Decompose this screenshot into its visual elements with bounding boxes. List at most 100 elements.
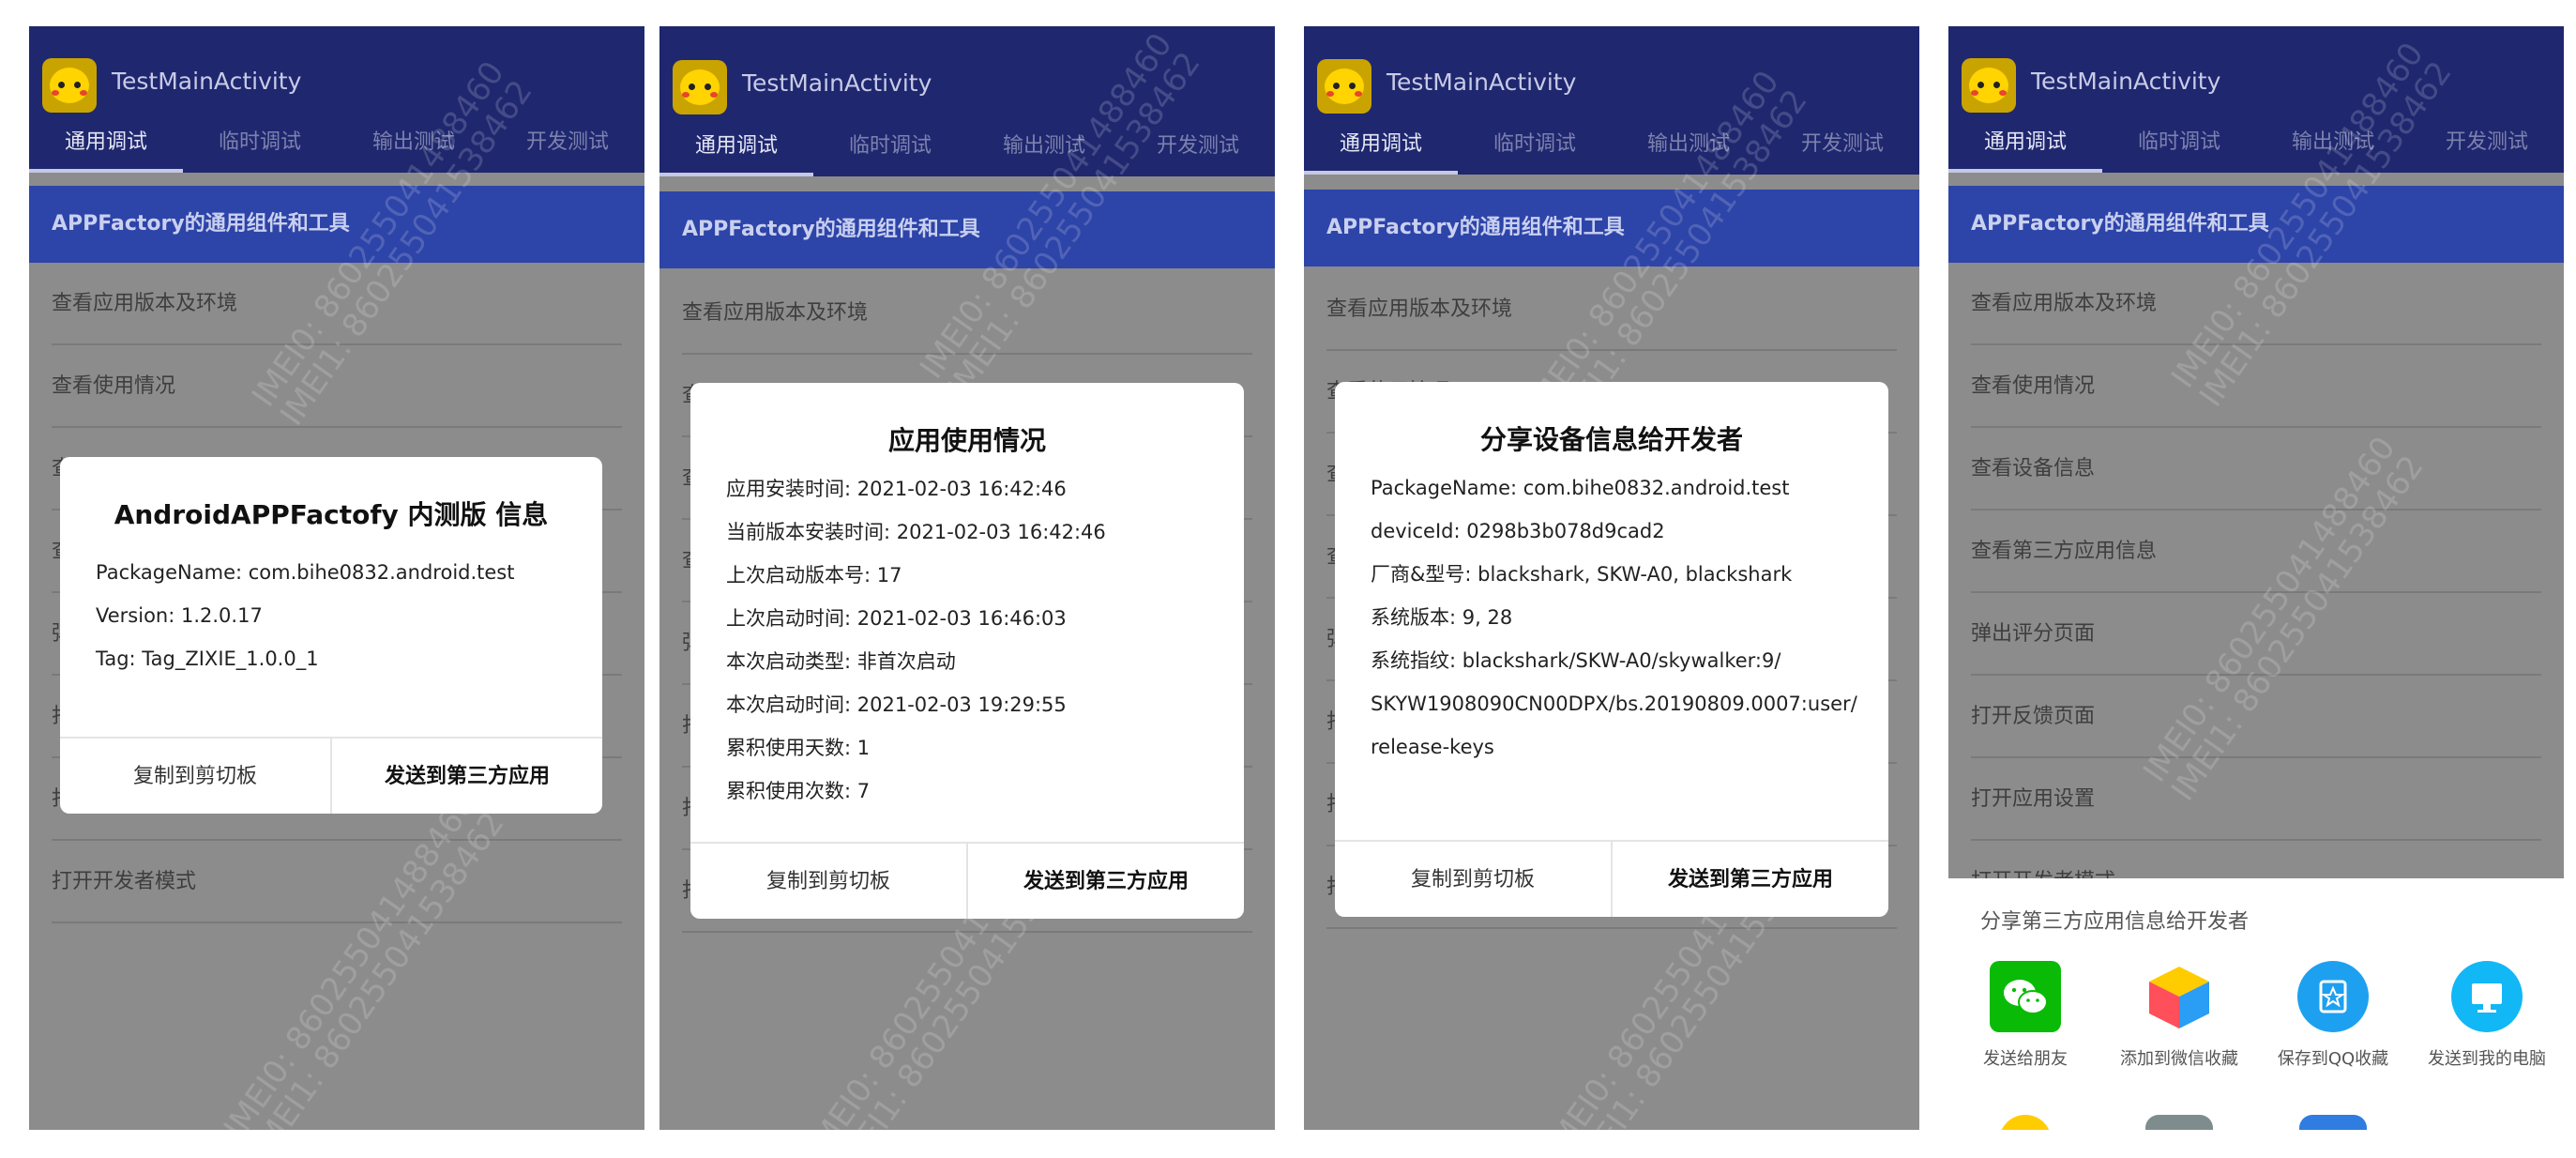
tab-dev-test[interactable]: 开发测试: [1765, 120, 1919, 175]
usage-info-dialog: 应用使用情况 应用安装时间: 2021-02-03 16:42:46 当前版本安…: [690, 383, 1244, 919]
dialog-actions: 复制到剪切板 发送到第三方应用: [60, 737, 602, 814]
dialog-line: 本次启动类型: 非首次启动: [726, 650, 956, 673]
tab-general-debug[interactable]: 通用调试: [1948, 118, 2102, 173]
section-header: APPFactory的通用组件和工具: [1304, 190, 1919, 267]
dialog-title: 分享设备信息给开发者: [1479, 424, 1743, 455]
app-title: TestMainActivity: [1386, 69, 1577, 96]
device-info-dialog: 分享设备信息给开发者 PackageName: com.bihe0832.and…: [1335, 382, 1888, 917]
app-bar: TestMainActivity: [1948, 45, 2564, 118]
menu-item-usage[interactable]: 查看使用情况: [1971, 345, 2541, 428]
share-targets: 发送给朋友 添加到微信收藏 保存到QQ收藏 发送到我的电脑: [1948, 961, 2564, 1070]
tab-bar: 通用调试 临时调试 输出测试 开发测试: [29, 118, 644, 173]
share-target-qq[interactable]: [1948, 1115, 2102, 1130]
share-target-label: 保存到QQ收藏: [2277, 1049, 2389, 1069]
app-title: TestMainActivity: [2031, 68, 2221, 95]
dialog-body: PackageName: com.bihe0832.android.test V…: [60, 551, 602, 680]
status-bar: [1304, 26, 1919, 45]
dialog-line: 上次启动版本号: 17: [726, 564, 902, 587]
app-bar: TestMainActivity: [29, 45, 644, 118]
tab-output-test[interactable]: 输出测试: [337, 118, 491, 173]
tab-dev-test[interactable]: 开发测试: [1121, 122, 1275, 176]
status-bar: [1948, 26, 2564, 45]
section-header: APPFactory的通用组件和工具: [659, 191, 1275, 268]
menu-item-usage[interactable]: 查看使用情况: [52, 345, 622, 428]
tab-output-test[interactable]: 输出测试: [2256, 118, 2410, 173]
copy-to-clipboard-button[interactable]: 复制到剪切板: [690, 844, 968, 919]
menu-item-app-version[interactable]: 查看应用版本及环境: [1326, 268, 1897, 351]
share-targets-row2: [1948, 1115, 2564, 1130]
tab-temp-debug[interactable]: 临时调试: [2102, 118, 2256, 173]
tab-general-debug[interactable]: 通用调试: [1304, 120, 1458, 175]
dialog-line: 本次启动时间: 2021-02-03 19:29:55: [726, 693, 1067, 716]
menu-item-app-version[interactable]: 查看应用版本及环境: [682, 272, 1252, 355]
screen-share-sheet: TestMainActivity 通用调试 临时调试 输出测试 开发测试 APP…: [1948, 26, 2564, 1130]
dialog-line: 当前版本安装时间: 2021-02-03 16:42:46: [726, 521, 1106, 543]
menu-item-app-version[interactable]: 查看应用版本及环境: [1971, 263, 2541, 345]
copy-to-clipboard-button[interactable]: 复制到剪切板: [60, 739, 332, 814]
app-title: TestMainActivity: [112, 68, 302, 95]
dialog-line: PackageName: com.bihe0832.android.test: [96, 561, 515, 584]
share-target-my-computer[interactable]: 发送到我的电脑: [2410, 961, 2564, 1070]
tab-output-test[interactable]: 输出测试: [1612, 120, 1765, 175]
menu-item-developer-mode[interactable]: 打开开发者模式: [52, 841, 622, 923]
app-bar: TestMainActivity: [1304, 45, 1919, 120]
share-target-label: 发送到我的电脑: [2428, 1049, 2546, 1069]
menu-item-device-info[interactable]: 查看设备信息: [1971, 428, 2541, 510]
tab-general-debug[interactable]: 通用调试: [29, 118, 183, 173]
share-sheet-title: 分享第三方应用信息给开发者: [1980, 910, 2250, 934]
dialog-line: Tag: Tag_ZIXIE_1.0.0_1: [96, 648, 319, 670]
tab-bar: 通用调试 临时调试 输出测试 开发测试: [1948, 118, 2564, 173]
message-icon: [2145, 1115, 2213, 1130]
pikachu-app-icon: [1962, 58, 2016, 113]
share-target-wechat-favorites[interactable]: 添加到微信收藏: [2102, 961, 2256, 1070]
send-to-third-party-button[interactable]: 发送到第三方应用: [332, 739, 602, 814]
send-to-third-party-button[interactable]: 发送到第三方应用: [968, 844, 1244, 919]
dialog-line: 累积使用天数: 1: [726, 737, 871, 759]
tab-dev-test[interactable]: 开发测试: [491, 118, 644, 173]
menu-item-app-version[interactable]: 查看应用版本及环境: [52, 263, 622, 345]
tab-output-test[interactable]: 输出测试: [967, 122, 1121, 176]
share-target-wechat-friend[interactable]: 发送给朋友: [1948, 961, 2102, 1070]
share-target-qq-favorites[interactable]: 保存到QQ收藏: [2256, 961, 2410, 1070]
dialog-line: deviceId: 0298b3b078d9cad2: [1371, 520, 1665, 542]
tab-general-debug[interactable]: 通用调试: [659, 122, 813, 176]
tab-dev-test[interactable]: 开发测试: [2410, 118, 2564, 173]
my-computer-icon: [2451, 961, 2523, 1032]
send-to-third-party-button[interactable]: 发送到第三方应用: [1613, 842, 1888, 917]
menu-item-rating[interactable]: 弹出评分页面: [1971, 593, 2541, 676]
tab-bar: 通用调试 临时调试 输出测试 开发测试: [659, 122, 1275, 176]
tab-temp-debug[interactable]: 临时调试: [1458, 120, 1612, 175]
dialog-actions: 复制到剪切板 发送到第三方应用: [690, 842, 1244, 919]
share-bottom-sheet: 分享第三方应用信息给开发者 发送给朋友 添加到微信收藏 保存到QQ收藏 发送到我…: [1948, 878, 2564, 1130]
wechat-favorites-icon: [2144, 961, 2215, 1032]
section-header: APPFactory的通用组件和工具: [29, 186, 644, 263]
pikachu-app-icon: [42, 58, 97, 113]
copy-to-clipboard-button[interactable]: 复制到剪切板: [1335, 842, 1613, 917]
dialog-line: 应用安装时间: 2021-02-03 16:42:46: [726, 478, 1067, 500]
tab-temp-debug[interactable]: 临时调试: [183, 118, 337, 173]
dialog-line: SKYW1908090CN00DPX/bs.20190809.0007:user…: [1371, 693, 1857, 715]
menu-item-app-settings[interactable]: 打开应用设置: [1971, 758, 2541, 841]
dialog-line: Version: 1.2.0.17: [96, 604, 263, 627]
screen-device-dialog: TestMainActivity 通用调试 临时调试 输出测试 开发测试 APP…: [1304, 26, 1919, 1130]
bluetooth-icon: [2299, 1115, 2367, 1130]
pikachu-app-icon: [673, 60, 727, 114]
dialog-line: 厂商&型号: blackshark, SKW-A0, blackshark: [1371, 563, 1793, 586]
menu-item-third-party-info[interactable]: 查看第三方应用信息: [1971, 510, 2541, 593]
dialog-title: AndroidAPPFactofy 内测版 信息: [114, 499, 549, 530]
qq-penguin-icon: [1999, 1115, 2052, 1130]
section-header: APPFactory的通用组件和工具: [1948, 186, 2564, 263]
wechat-icon: [1990, 961, 2061, 1032]
share-target-label: 添加到微信收藏: [2120, 1049, 2238, 1069]
dialog-line: 累积使用次数: 7: [726, 780, 871, 802]
screen-version-dialog: TestMainActivity 通用调试 临时调试 输出测试 开发测试 APP…: [29, 26, 644, 1130]
share-target-label: 发送给朋友: [1983, 1049, 2068, 1069]
share-target-bluetooth[interactable]: [2256, 1115, 2410, 1130]
share-target-message[interactable]: [2102, 1115, 2256, 1130]
pikachu-app-icon: [1317, 59, 1371, 114]
menu-item-feedback[interactable]: 打开反馈页面: [1971, 676, 2541, 758]
tab-temp-debug[interactable]: 临时调试: [813, 122, 967, 176]
version-info-dialog: AndroidAPPFactofy 内测版 信息 PackageName: co…: [60, 457, 602, 814]
app-bar: TestMainActivity: [659, 45, 1275, 122]
dialog-body: PackageName: com.bihe0832.android.test d…: [1335, 466, 1888, 769]
